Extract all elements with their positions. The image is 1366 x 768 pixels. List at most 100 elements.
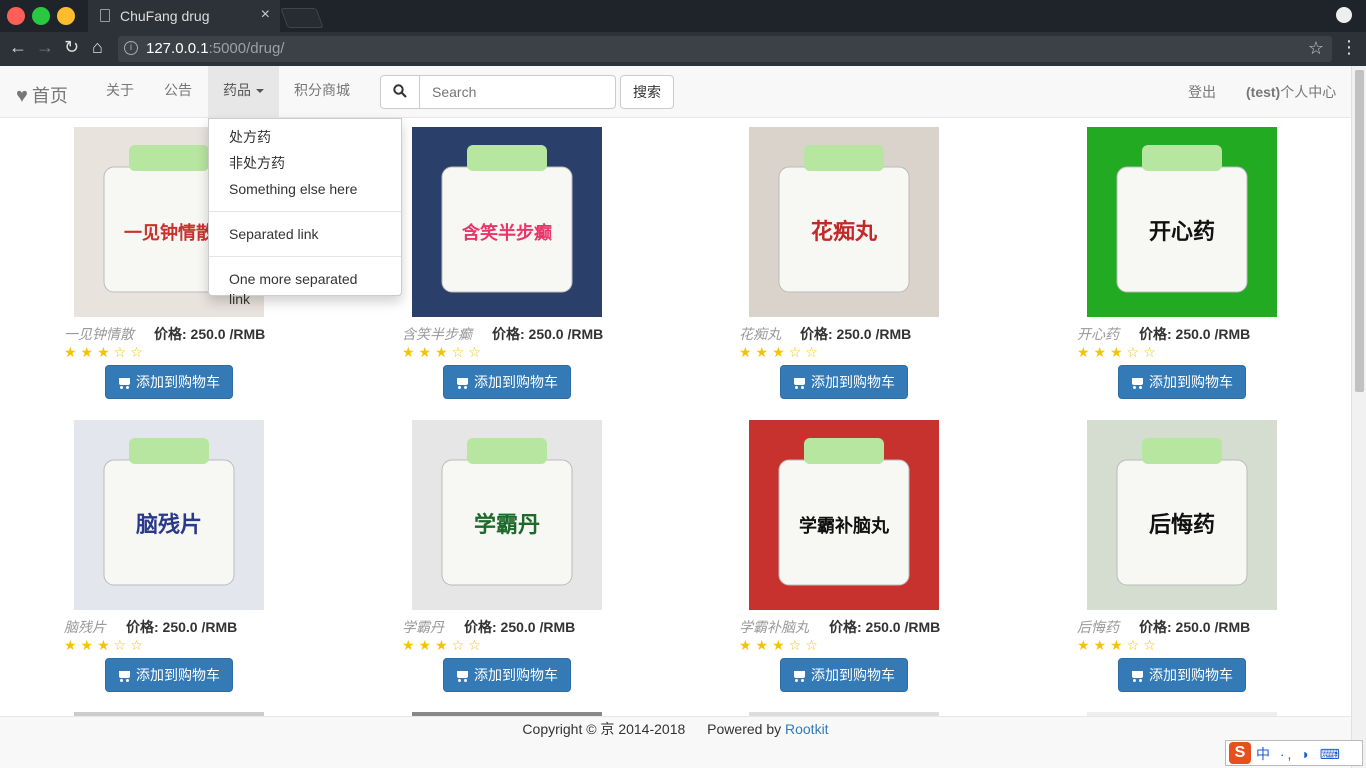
reload-icon[interactable]: ↻ — [64, 37, 79, 58]
product-price: 价格: 250.0 /RMB — [126, 619, 238, 635]
rating-stars: ★★★☆☆ — [739, 344, 822, 360]
browser-toolbar: ← → ↻ ⌂ i 127.0.0.1:5000/drug/ ☆ ⋮ — [0, 32, 1366, 66]
add-to-cart-button[interactable]: 添加到购物车 — [105, 365, 233, 399]
product-image[interactable]: 开心药 — [1087, 127, 1277, 317]
product-card: 脑残片 脑残片 价格: 250.0 /RMB ★★★☆☆ 添加到购物车 — [64, 420, 364, 710]
rating-stars: ★★★☆☆ — [64, 344, 147, 360]
nav-drugs-dropdown[interactable]: 药品 — [208, 66, 279, 117]
user-center-link[interactable]: (test)个人中心 — [1246, 82, 1336, 102]
product-image[interactable]: 花痴丸 — [749, 127, 939, 317]
shopping-cart-icon — [118, 378, 131, 389]
product-image-label: 一见钟情散 — [124, 222, 215, 244]
add-to-cart-button[interactable]: 添加到购物车 — [1118, 658, 1246, 692]
product-image[interactable]: 学霸丹 — [412, 420, 602, 610]
nav-about[interactable]: 关于 — [91, 66, 149, 117]
product-name[interactable]: 一见钟情散 — [64, 324, 134, 344]
page-scrollbar[interactable] — [1351, 66, 1366, 768]
back-icon[interactable]: ← — [9, 37, 27, 58]
new-tab-button[interactable] — [280, 8, 324, 28]
home-icon[interactable]: ⌂ — [92, 37, 103, 58]
site-navbar: ♥首页 关于 公告 药品 积分商城 搜索 登出 (test)个人中心 — [0, 66, 1351, 118]
page-icon — [100, 9, 110, 22]
copyright-text: Copyright © 京 2014-2018 — [522, 721, 686, 737]
ime-toolbar[interactable]: S 中 ·, ◗ ⌨ — [1225, 740, 1363, 766]
browser-tabstrip: ChuFang drug × — [0, 0, 1366, 32]
drugs-dropdown-menu: 处方药 非处方药 Something else here Separated l… — [208, 118, 402, 307]
nav-points-mall[interactable]: 积分商城 — [279, 66, 365, 117]
product-name[interactable]: 学霸补脑丸 — [739, 617, 809, 637]
rating-stars: ★★★☆☆ — [739, 637, 822, 653]
menu-item-something-else[interactable]: Something else here — [209, 176, 401, 202]
shopping-cart-icon — [456, 671, 469, 682]
product-card: 开心药 开心药 价格: 250.0 /RMB ★★★☆☆ 添加到购物车 — [1077, 127, 1351, 417]
product-name[interactable]: 学霸丹 — [402, 617, 444, 637]
add-to-cart-button[interactable]: 添加到购物车 — [780, 365, 908, 399]
rating-stars: ★★★☆☆ — [402, 637, 485, 653]
close-window-button[interactable] — [7, 7, 25, 25]
product-price: 价格: 250.0 /RMB — [154, 326, 266, 342]
add-to-cart-button[interactable]: 添加到购物车 — [443, 658, 571, 692]
browser-menu-icon[interactable]: ⋮ — [1340, 37, 1358, 58]
menu-item-separated[interactable]: Separated link — [209, 221, 401, 247]
nav-announcements[interactable]: 公告 — [149, 66, 207, 117]
rootkit-link[interactable]: Rootkit — [785, 721, 829, 737]
profile-icon[interactable] — [1336, 7, 1352, 23]
address-bar[interactable]: i 127.0.0.1:5000/drug/ ☆ — [118, 36, 1332, 62]
add-to-cart-label: 添加到购物车 — [1149, 667, 1233, 683]
add-to-cart-button[interactable]: 添加到购物车 — [780, 658, 908, 692]
product-card: 学霸补脑丸 学霸补脑丸 价格: 250.0 /RMB ★★★☆☆ 添加到购物车 — [739, 420, 1039, 710]
search-input[interactable] — [419, 75, 616, 109]
add-to-cart-button[interactable]: 添加到购物车 — [105, 658, 233, 692]
add-to-cart-button[interactable]: 添加到购物车 — [1118, 365, 1246, 399]
site-footer: Copyright © 京 2014-2018 Powered by Rootk… — [0, 716, 1351, 768]
caret-down-icon — [256, 89, 264, 94]
home-brand-link[interactable]: ♥ 首页 — [16, 82, 68, 108]
product-name[interactable]: 开心药 — [1077, 324, 1119, 344]
product-name[interactable]: 含笑半步癫 — [402, 324, 472, 344]
add-to-cart-label: 添加到购物车 — [136, 667, 220, 683]
product-price: 价格: 250.0 /RMB — [1139, 619, 1251, 635]
product-name[interactable]: 花痴丸 — [739, 324, 781, 344]
menu-divider — [209, 256, 401, 257]
product-name[interactable]: 后悔药 — [1077, 617, 1119, 637]
product-price: 价格: 250.0 /RMB — [1139, 326, 1251, 342]
add-to-cart-label: 添加到购物车 — [1149, 374, 1233, 390]
shopping-cart-icon — [456, 378, 469, 389]
menu-divider — [209, 211, 401, 212]
forward-icon[interactable]: → — [36, 37, 54, 58]
menu-item-one-more[interactable]: One more separated link — [209, 266, 401, 312]
product-card: 花痴丸 花痴丸 价格: 250.0 /RMB ★★★☆☆ 添加到购物车 — [739, 127, 1039, 417]
maximize-window-button[interactable] — [32, 7, 50, 25]
rating-stars: ★★★☆☆ — [1077, 637, 1160, 653]
add-to-cart-button[interactable]: 添加到购物车 — [443, 365, 571, 399]
product-card: 后悔药 后悔药 价格: 250.0 /RMB ★★★☆☆ 添加到购物车 — [1077, 420, 1351, 710]
product-name[interactable]: 脑残片 — [64, 617, 106, 637]
browser-tab[interactable]: ChuFang drug × — [88, 0, 280, 32]
search-icon[interactable] — [380, 75, 420, 109]
product-price: 价格: 250.0 /RMB — [464, 619, 576, 635]
minimize-window-button[interactable] — [57, 7, 75, 25]
product-image[interactable]: 含笑半步癫 — [412, 127, 602, 317]
tab-close-icon[interactable]: × — [261, 6, 270, 24]
product-card: 学霸丹 学霸丹 价格: 250.0 /RMB ★★★☆☆ 添加到购物车 — [402, 420, 702, 710]
product-image[interactable]: 脑残片 — [74, 420, 264, 610]
product-image-label: 后悔药 — [1149, 512, 1215, 538]
logout-link[interactable]: 登出 — [1188, 82, 1216, 102]
bookmark-star-icon[interactable]: ☆ — [1308, 38, 1324, 59]
scrollbar-thumb[interactable] — [1355, 70, 1364, 392]
powered-by-text: Powered by — [707, 721, 782, 737]
add-to-cart-label: 添加到购物车 — [811, 374, 895, 390]
product-image-label: 学霸丹 — [474, 512, 540, 538]
menu-item-prescription[interactable]: 处方药 — [209, 124, 401, 150]
menu-item-otc[interactable]: 非处方药 — [209, 150, 401, 176]
shopping-cart-icon — [118, 671, 131, 682]
product-price: 价格: 250.0 /RMB — [800, 326, 912, 342]
product-image[interactable]: 学霸补脑丸 — [749, 420, 939, 610]
search-button[interactable]: 搜索 — [620, 75, 674, 109]
sogou-logo: S — [1229, 742, 1251, 764]
product-price: 价格: 250.0 /RMB — [829, 619, 941, 635]
shopping-cart-icon — [793, 378, 806, 389]
product-image[interactable]: 后悔药 — [1087, 420, 1277, 610]
ime-status: 中 ·, ◗ ⌨ — [1256, 746, 1343, 762]
info-icon[interactable]: i — [124, 41, 138, 55]
